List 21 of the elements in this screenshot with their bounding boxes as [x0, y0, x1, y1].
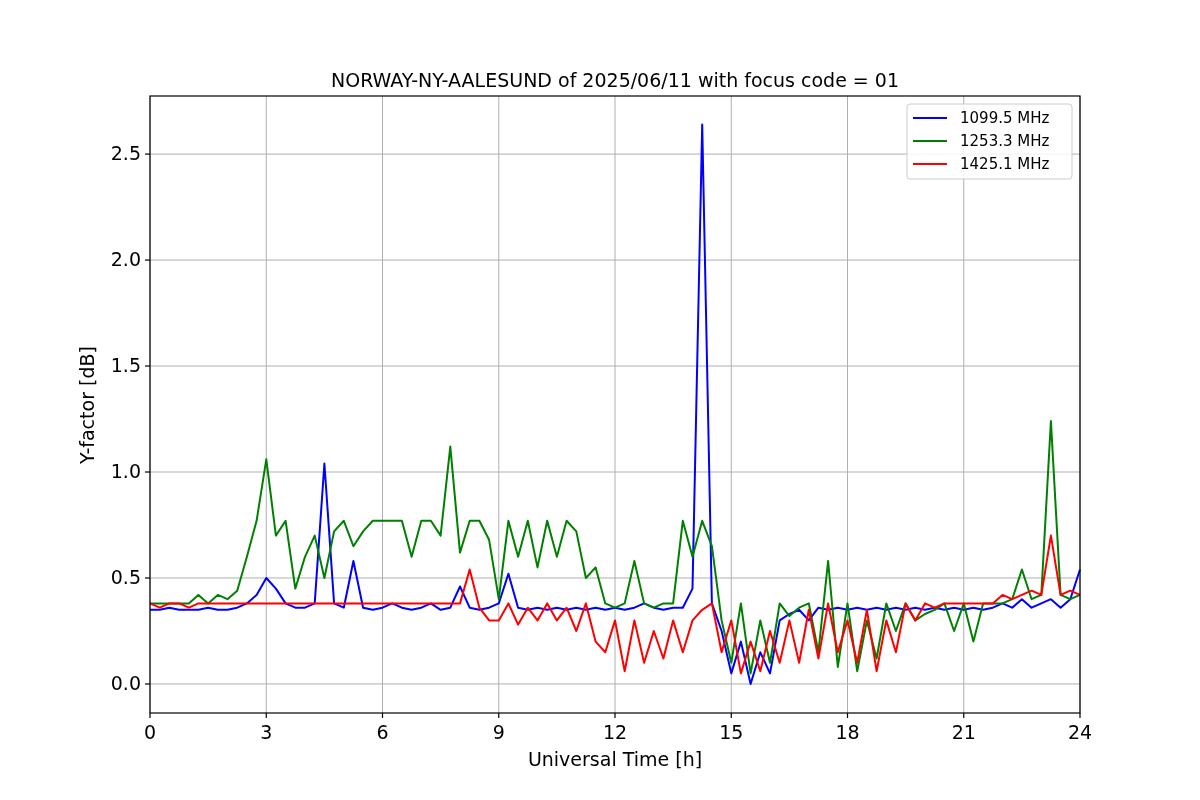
legend-label: 1425.1 MHz: [960, 155, 1050, 173]
tick-label: 2.5: [110, 142, 141, 165]
tick-label: 0.5: [110, 566, 141, 588]
tick-label: 0.0: [110, 671, 141, 694]
chart-title: NORWAY-NY-AALESUND of 2025/06/11 with focus code = 01: [331, 69, 899, 91]
tick-label: 24: [1067, 721, 1093, 743]
tick-label: 2.0: [110, 248, 141, 271]
tick-label: 15: [719, 721, 744, 743]
y-axis-label: Y-factor [dB]: [76, 346, 98, 464]
tick-label: 21: [951, 721, 976, 743]
legend-label: 1099.5 MHz: [960, 109, 1050, 127]
tick-label: 6: [376, 721, 389, 743]
tick-label: 0: [143, 721, 157, 743]
x-axis-label: Universal Time [h]: [527, 748, 703, 770]
tick-label: 1.0: [110, 460, 141, 482]
tick-label: 3: [260, 721, 273, 743]
tick-label: 9: [492, 721, 505, 743]
legend-label: 1253.3 MHz: [960, 132, 1050, 150]
tick-label: 18: [835, 721, 860, 743]
tick-label: 12: [602, 721, 628, 743]
tick-label: 1.5: [110, 354, 141, 377]
